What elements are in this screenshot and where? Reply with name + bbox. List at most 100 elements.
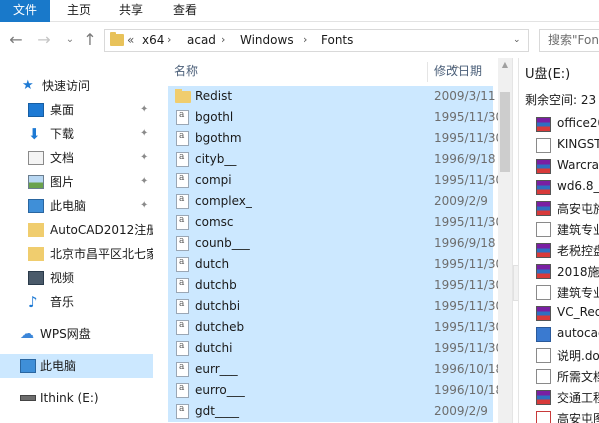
pane-file-item[interactable]: 所需文档 [521,366,599,386]
file-row[interactable]: eurr___ 1996/10/18 [168,359,503,380]
pdf-icon [536,411,551,423]
sidebar-item-beijing-folder[interactable]: 北京市昌平区北七家 [0,242,153,266]
rar-icon [536,264,551,279]
pane-file-item[interactable]: 高安屯图 [521,408,599,423]
file-date: 1995/11/30 [434,257,504,271]
recent-locations-icon[interactable]: ⌄ [60,30,80,50]
pane-file-item[interactable]: 说明.do [521,345,599,365]
cloud-icon: ☁ [20,326,34,342]
pane-file-item[interactable]: autocad [521,324,599,344]
file-row[interactable]: dutchb 1995/11/30 [168,275,503,296]
pane-file-item[interactable]: 建筑专业 [521,282,599,302]
file-row[interactable]: bgothm 1995/11/30 [168,128,503,149]
sidebar-item-label: 此电脑 [50,199,87,213]
pane-file-name: 老税控盘 [557,244,599,258]
file-date: 1995/11/30 [434,299,504,313]
pane-file-item[interactable]: wd6.8_ [521,177,599,197]
sidebar-item-music[interactable]: ♪ 音乐 [0,290,153,314]
file-row[interactable]: complex_ 2009/2/9 [168,191,493,212]
file-row[interactable]: dutchbi 1995/11/30 [168,296,503,317]
pane-file-item[interactable]: Warcra [521,156,599,176]
pin-icon[interactable]: ✦ [140,146,148,170]
pane-file-item[interactable]: 高安屯施 [521,198,599,218]
up-arrow-icon[interactable]: ↑ [80,30,100,50]
sidebar-item-pictures[interactable]: 图片 ✦ [0,170,153,194]
scroll-up-icon[interactable]: ▲ [500,60,510,70]
pane-file-name: 2018施工 [557,265,599,279]
breadcrumb-fonts[interactable]: Fonts [321,33,353,47]
rar-icon [536,180,551,195]
file-row[interactable]: cityb__ 1996/9/18 [168,149,496,170]
address-bar[interactable]: « x64 › acad › Windows › Fonts ⌄ [104,29,529,52]
sidebar-item-this-pc-pinned[interactable]: 此电脑 ✦ [0,194,153,218]
file-name: bgothl [195,110,234,124]
pane-file-item[interactable]: 老税控盘 [521,240,599,260]
pin-icon[interactable]: ✦ [140,194,148,218]
document-icon [28,151,44,165]
sidebar-item-label: 文档 [50,151,75,165]
font-file-icon [176,173,189,188]
breadcrumb-x64[interactable]: x64 [142,33,164,47]
pin-icon[interactable]: ✦ [140,122,148,146]
column-header-date[interactable]: 修改日期 [434,58,482,85]
doc-icon [536,285,551,300]
pin-icon[interactable]: ✦ [140,98,148,122]
chevron-right-icon[interactable]: › [221,33,225,46]
pane-file-item[interactable]: 交通工程 [521,387,599,407]
file-row[interactable]: dutchi 1995/11/30 [168,338,503,359]
column-header-name[interactable]: 名称 [174,58,198,85]
column-divider[interactable] [427,62,428,82]
pane-splitter[interactable] [512,58,516,423]
pane-file-item[interactable]: 建筑专业 [521,219,599,239]
sidebar-item-documents[interactable]: 文档 ✦ [0,146,153,170]
tab-share[interactable]: 共享 [106,0,156,22]
pane-file-item[interactable]: 2018施工 [521,261,599,281]
file-row[interactable]: eurro___ 1996/10/18 [168,380,503,401]
navigation-pane: ★ 快速访问 桌面 ✦ ⬇ 下载 ✦ 文档 ✦ 图片 ✦ 此电脑 ✦ AutoC… [0,58,156,423]
chevron-right-icon[interactable]: › [303,33,307,46]
forward-arrow-icon[interactable]: → [34,30,54,50]
sidebar-item-videos[interactable]: 视频 [0,266,153,290]
file-name: dutch [195,257,230,271]
pane-file-item[interactable]: office20 [521,114,599,134]
file-row[interactable]: dutcheb 1995/11/30 [168,317,503,338]
chevron-right-icon[interactable]: › [167,33,171,46]
file-row[interactable]: gdt____ 2009/2/9 [168,401,493,422]
file-name: dutchbi [195,299,241,313]
file-row[interactable]: bgothl 1995/11/30 [168,107,503,128]
file-name: dutchb [195,278,237,292]
tab-view[interactable]: 查看 [160,0,210,22]
sidebar-item-desktop[interactable]: 桌面 ✦ [0,98,153,122]
sidebar-item-wps-cloud[interactable]: ☁ WPS网盘 [0,322,153,346]
doc-icon [536,369,551,384]
folder-icon [28,247,44,261]
file-row[interactable]: counb___ 1996/9/18 [168,233,496,254]
file-row[interactable]: dutch 1995/11/30 [168,254,503,275]
back-arrow-icon[interactable]: ← [6,30,26,50]
breadcrumb-windows[interactable]: Windows [240,33,294,47]
sidebar-item-drive-e[interactable]: Ithink (E:) [0,386,153,410]
breadcrumb-acad[interactable]: acad [187,33,216,47]
file-row[interactable]: Redist 2009/3/11 [168,86,496,107]
pane-file-name: 建筑专业 [557,223,599,237]
tab-file[interactable]: 文件 [0,0,50,22]
pane-file-item[interactable]: KINGST [521,135,599,155]
scrollbar-thumb[interactable] [500,92,510,172]
font-file-icon [176,278,189,293]
pin-icon[interactable]: ✦ [140,170,148,194]
breadcrumb-overflow[interactable]: « [127,33,134,47]
sidebar-item-autocad-folder[interactable]: AutoCAD2012注册 [0,218,153,242]
chevron-down-icon[interactable]: ⌄ [513,35,521,45]
sidebar-item-quick-access[interactable]: ★ 快速访问 [0,74,153,98]
pane-file-name: 高安屯图 [557,412,599,423]
star-icon: ★ [22,78,34,93]
sidebar-item-this-pc[interactable]: 此电脑 [0,354,153,378]
pane-file-item[interactable]: VC_Red [521,303,599,323]
vertical-scrollbar[interactable]: ▲ [498,58,512,423]
search-input[interactable]: 搜索"Fonts" [539,29,599,52]
file-row[interactable]: compi 1995/11/30 [168,170,503,191]
sidebar-item-downloads[interactable]: ⬇ 下载 ✦ [0,122,153,146]
tab-home[interactable]: 主页 [54,0,104,22]
font-file-icon [176,257,189,272]
file-row[interactable]: comsc 1995/11/30 [168,212,503,233]
